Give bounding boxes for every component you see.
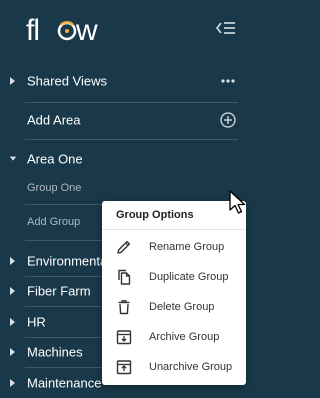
menu-header: Group Options bbox=[102, 201, 246, 230]
plus-circle-icon[interactable] bbox=[220, 112, 236, 128]
pencil-icon bbox=[117, 240, 131, 254]
sidebar-item-label: Maintenance bbox=[27, 375, 102, 391]
sidebar-item-shared-views[interactable]: Shared Views bbox=[0, 66, 250, 96]
caret-right-icon[interactable] bbox=[9, 256, 17, 266]
svg-text:fl: fl bbox=[26, 14, 39, 47]
archive-icon bbox=[116, 330, 132, 345]
svg-text:w: w bbox=[75, 14, 98, 47]
unarchive-group-menu-item[interactable]: Unarchive Group bbox=[102, 352, 246, 382]
menu-item-label: Delete Group bbox=[149, 301, 215, 313]
menu-item-label: Rename Group bbox=[149, 241, 225, 253]
caret-down-icon[interactable] bbox=[9, 154, 17, 164]
caret-right-icon[interactable] bbox=[9, 347, 17, 357]
add-area-label: Add Area bbox=[27, 112, 81, 128]
group-item-label: Group One bbox=[27, 182, 82, 194]
more-dots-icon[interactable] bbox=[220, 73, 236, 89]
unarchive-icon bbox=[116, 360, 132, 375]
sidebar-item-label: Fiber Farm bbox=[27, 283, 91, 299]
sidebar-item-label: Environmental bbox=[27, 253, 111, 269]
duplicate-group-menu-item[interactable]: Duplicate Group bbox=[102, 262, 246, 292]
divider bbox=[25, 102, 238, 103]
mouse-cursor-icon bbox=[229, 190, 246, 214]
rename-group-menu-item[interactable]: Rename Group bbox=[102, 232, 246, 262]
group-options-menu: Group Options Rename Group Duplicate Gro… bbox=[102, 201, 246, 385]
menu-title: Group Options bbox=[116, 209, 194, 221]
add-area-button[interactable]: Add Area bbox=[0, 105, 250, 135]
caret-right-icon[interactable] bbox=[9, 317, 17, 327]
trash-icon bbox=[118, 300, 130, 315]
divider bbox=[25, 139, 238, 140]
archive-group-menu-item[interactable]: Archive Group bbox=[102, 322, 246, 352]
menu-item-label: Unarchive Group bbox=[149, 361, 233, 373]
collapse-sidebar-icon[interactable] bbox=[216, 20, 236, 36]
sidebar-item-area-one[interactable]: Area One bbox=[0, 144, 250, 174]
group-item-group-one[interactable]: Group One bbox=[0, 173, 250, 203]
caret-right-icon[interactable] bbox=[9, 286, 17, 296]
caret-right-icon[interactable] bbox=[9, 76, 17, 86]
menu-item-label: Archive Group bbox=[149, 331, 220, 343]
sidebar-item-label: Shared Views bbox=[27, 73, 107, 89]
add-group-label: Add Group bbox=[27, 216, 81, 228]
delete-group-menu-item[interactable]: Delete Group bbox=[102, 292, 246, 322]
duplicate-icon bbox=[118, 269, 131, 285]
sidebar-item-label: Machines bbox=[27, 344, 83, 360]
menu-item-label: Duplicate Group bbox=[149, 271, 229, 283]
caret-right-icon[interactable] bbox=[9, 378, 17, 388]
flow-logo: fl w bbox=[26, 14, 98, 47]
sidebar-item-label: HR bbox=[27, 314, 46, 330]
sidebar-item-label: Area One bbox=[27, 151, 83, 167]
